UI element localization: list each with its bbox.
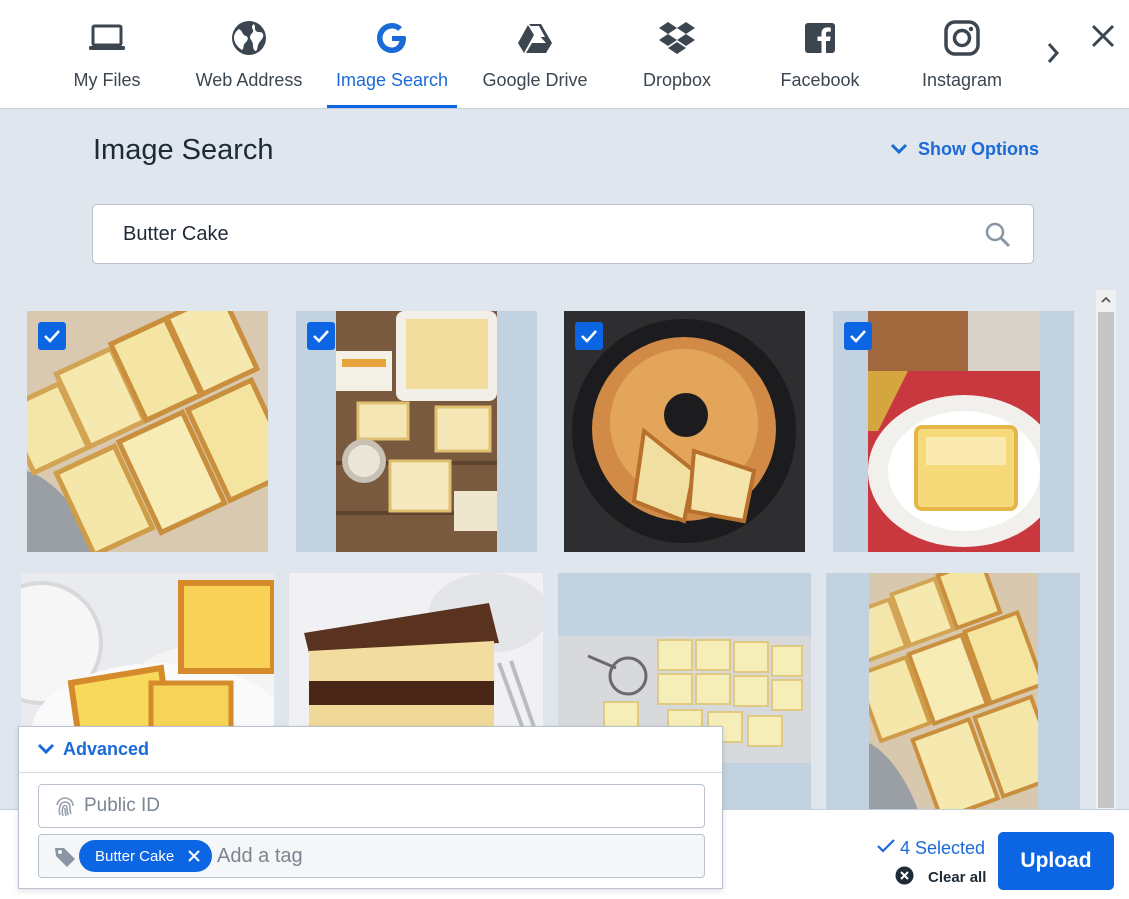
tab-image-search[interactable]: Image Search <box>327 0 457 108</box>
checkmark-icon <box>876 838 896 859</box>
tab-label: Instagram <box>921 70 1003 90</box>
tab-google-drive[interactable]: Google Drive <box>475 0 595 108</box>
search-box <box>92 204 1034 264</box>
tab-facebook[interactable]: Facebook <box>770 0 870 108</box>
chevron-right-icon[interactable] <box>1038 36 1068 70</box>
image-result-tile[interactable] <box>27 311 268 552</box>
results-scrollbar[interactable] <box>1096 290 1116 810</box>
selected-count-label: 4 Selected <box>900 838 986 858</box>
dropbox-icon <box>657 18 697 58</box>
tag-chip-label: Butter Cake <box>95 847 175 865</box>
chevron-down-icon <box>37 739 55 760</box>
advanced-label: Advanced <box>63 739 150 759</box>
scroll-up-arrow-icon[interactable] <box>1096 290 1116 310</box>
tab-dropbox[interactable]: Dropbox <box>632 0 722 108</box>
tags-field: Butter Cake <box>38 834 705 878</box>
show-options-toggle[interactable]: Show Options <box>890 139 1039 160</box>
laptop-icon <box>87 18 127 58</box>
tab-label: Facebook <box>780 70 860 90</box>
image-result-tile[interactable] <box>826 573 1080 810</box>
source-tabs-bar: My Files Web Address Image Search Google… <box>0 0 1129 109</box>
tab-web-address[interactable]: Web Address <box>190 0 308 108</box>
selected-check-icon[interactable] <box>844 322 872 350</box>
public-id-input[interactable] <box>84 785 684 827</box>
image-result-tile[interactable] <box>833 311 1074 552</box>
tab-label: Google Drive <box>482 70 588 90</box>
selected-check-icon[interactable] <box>575 322 603 350</box>
cake-photo <box>868 311 1040 552</box>
instagram-icon <box>942 18 982 58</box>
scroll-thumb[interactable] <box>1098 312 1114 808</box>
google-icon <box>372 18 412 58</box>
clear-all-label: Clear all <box>928 869 987 886</box>
fingerprint-icon <box>53 795 77 819</box>
selected-check-icon[interactable] <box>38 322 66 350</box>
cake-photo <box>869 573 1038 810</box>
upload-button[interactable]: Upload <box>998 832 1114 890</box>
selected-check-icon[interactable] <box>307 322 335 350</box>
advanced-panel: Advanced Butter Cake <box>18 726 723 889</box>
show-options-label: Show Options <box>918 139 1039 159</box>
tab-label: Image Search <box>335 70 449 90</box>
tab-label: My Files <box>73 70 141 90</box>
remove-tag-icon[interactable] <box>186 848 202 864</box>
tab-label: Web Address <box>195 70 303 90</box>
cake-photo <box>336 311 497 552</box>
selected-count[interactable]: 4 Selected <box>876 838 985 859</box>
chevron-down-icon <box>890 139 908 160</box>
tag-icon <box>53 845 77 869</box>
clear-all-button[interactable]: Clear all <box>895 866 986 889</box>
advanced-toggle[interactable]: Advanced <box>19 727 722 773</box>
globe-icon <box>229 18 269 58</box>
close-icon[interactable] <box>1085 18 1121 54</box>
search-input[interactable] <box>113 205 953 263</box>
search-icon[interactable] <box>985 222 1011 248</box>
tab-my-files[interactable]: My Files <box>62 0 152 108</box>
tag-chip: Butter Cake <box>79 840 213 872</box>
google-drive-icon <box>515 18 555 58</box>
add-tag-input[interactable] <box>217 835 687 877</box>
facebook-icon <box>800 18 840 58</box>
image-result-tile[interactable] <box>564 311 805 552</box>
tab-instagram[interactable]: Instagram <box>912 0 1012 108</box>
public-id-field <box>38 784 705 828</box>
tab-label: Dropbox <box>642 70 712 90</box>
image-result-tile[interactable] <box>296 311 537 552</box>
page-title: Image Search <box>93 134 274 166</box>
clear-circle-icon <box>895 866 914 889</box>
